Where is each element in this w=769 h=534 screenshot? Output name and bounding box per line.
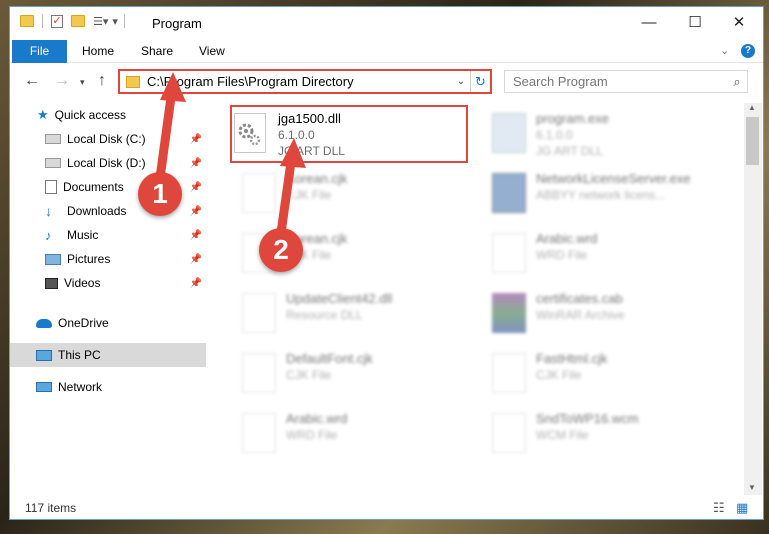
arrow-1-head [160, 72, 186, 102]
annotation-arrows [155, 72, 306, 245]
step-1-callout: 1 [138, 172, 182, 216]
step-2-callout: 2 [259, 228, 303, 272]
arrow-1 [155, 85, 177, 183]
arrow-2-head [280, 138, 306, 168]
